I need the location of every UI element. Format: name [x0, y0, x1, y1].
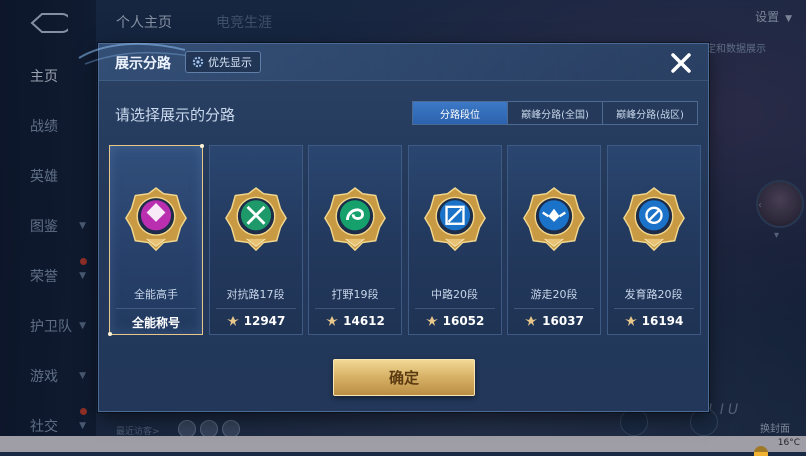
lane-score: 16052	[409, 314, 501, 328]
lane-score: 12947	[210, 314, 302, 328]
lane-rank-label: 中路20段	[431, 288, 478, 301]
lane-rank-label: 全能高手	[134, 288, 178, 301]
dialog-title: 展示分路	[115, 56, 171, 72]
roam-emblem-icon	[522, 184, 586, 256]
rank-score-icon	[525, 316, 538, 326]
lane-score: 14612	[309, 314, 401, 328]
gear-icon	[192, 56, 204, 68]
card-divider	[215, 308, 296, 309]
priority-display-button[interactable]: 优先显示	[185, 51, 261, 73]
lane-card[interactable]: 中路20段 16052	[407, 145, 502, 335]
rank-score-icon	[425, 316, 438, 326]
card-divider	[414, 308, 495, 309]
lane-card[interactable]: 全能高手 全能称号	[108, 144, 204, 336]
tab-peak-region[interactable]: 巅峰分路(战区)	[602, 102, 697, 124]
jungle-emblem-icon	[323, 184, 387, 256]
all-round-emblem-icon	[124, 184, 188, 256]
card-divider	[514, 308, 594, 309]
lane-card[interactable]: 发育路20段 16194	[606, 145, 701, 335]
priority-display-label: 优先显示	[208, 56, 252, 69]
card-divider	[315, 308, 395, 309]
rank-score-icon	[326, 316, 339, 326]
selection-corner-dot	[108, 332, 112, 336]
card-divider	[613, 308, 694, 309]
lane-score-value: 16052	[442, 314, 485, 328]
lane-score: 16037	[508, 314, 600, 328]
lane-score-value: 全能称号	[131, 316, 180, 330]
tab-lane-rank[interactable]: 分路段位	[413, 102, 507, 124]
lane-rank-label: 发育路20段	[624, 288, 683, 301]
close-icon[interactable]	[668, 50, 694, 76]
confirm-button[interactable]: 确定	[333, 359, 475, 396]
lane-rank-label: 对抗路17段	[226, 288, 285, 301]
lane-rank-label: 游走20段	[530, 288, 578, 301]
lane-score-value: 14612	[343, 314, 385, 328]
dialog-header: 展示分路 优先显示	[78, 42, 708, 81]
lane-score: 全能称号	[110, 314, 202, 331]
mid-lane-emblem-icon	[423, 184, 487, 256]
rank-score-icon	[226, 316, 239, 326]
lane-score: 16194	[608, 314, 700, 328]
selection-corner-dot	[200, 144, 204, 148]
lane-rank-label: 打野19段	[331, 288, 379, 301]
clash-lane-emblem-icon	[224, 184, 288, 256]
lane-score-value: 16037	[542, 314, 584, 328]
farm-lane-emblem-icon	[622, 184, 686, 256]
dialog-subtitle: 请选择展示的分路	[115, 106, 236, 124]
tab-peak-national[interactable]: 巅峰分路(全国)	[507, 102, 602, 124]
lane-display-dialog: 展示分路 优先显示 请选择展示的分路 分路段位 巅峰分路(全国) 巅峰分路(战区…	[78, 42, 709, 412]
lane-score-value: 12947	[243, 314, 286, 328]
lane-tabs: 分路段位 巅峰分路(全国) 巅峰分路(战区)	[412, 101, 698, 125]
lane-card[interactable]: 对抗路17段 12947	[208, 145, 303, 335]
card-divider	[116, 308, 196, 309]
lane-card[interactable]: 打野19段 14612	[308, 145, 402, 335]
lane-card[interactable]: 游走20段 16037	[507, 145, 601, 335]
rank-score-icon	[624, 316, 637, 326]
lane-score-value: 16194	[641, 314, 684, 328]
